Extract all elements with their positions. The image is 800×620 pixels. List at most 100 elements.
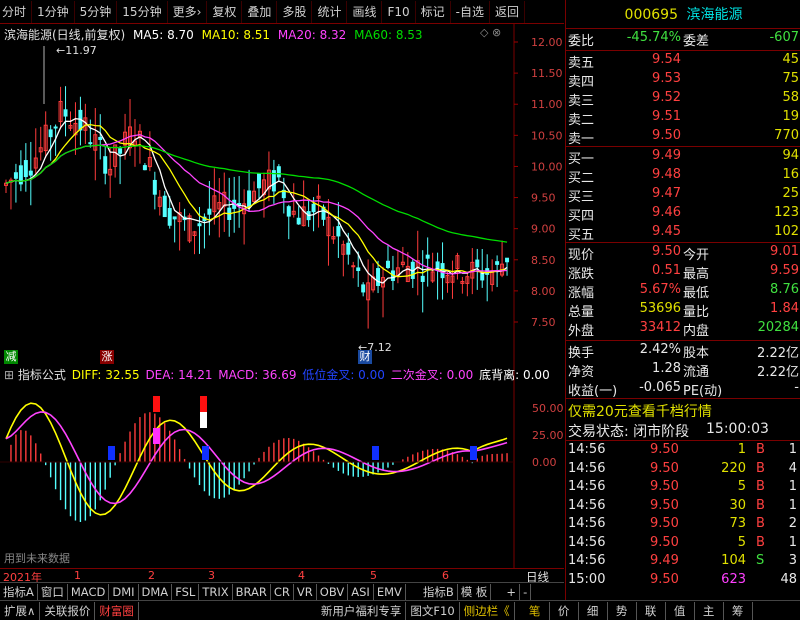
bottom-item-3[interactable]: 新用户福利专享	[317, 601, 407, 620]
tag-zhang[interactable]: 涨	[100, 350, 114, 364]
indicator-tab-0[interactable]: 指标A	[0, 583, 38, 600]
bid-price: 9.47	[652, 186, 681, 201]
ma20-legend: MA20: 8.32	[277, 28, 347, 42]
tick-side: B	[756, 442, 765, 457]
price-axis-label: 12.00	[531, 36, 563, 49]
indicator-tab-8[interactable]: CR	[271, 583, 294, 600]
tick-volume: 30	[729, 497, 746, 513]
ask-label: 卖一	[568, 132, 595, 147]
low-cross-block	[372, 446, 379, 460]
indicator-tab-7[interactable]: BRAR	[233, 583, 271, 600]
tag-cai[interactable]: 财	[358, 350, 372, 364]
macd-indicator-chart[interactable]: 50.00 25.00 0.00 ⊞ 指标公式 DIFF: 32.55 DEA: 1…	[0, 364, 564, 568]
axis-month-4: 4	[298, 569, 305, 582]
toolbar-item-4[interactable]: 更多›	[168, 0, 208, 23]
kline-svg[interactable]: 12.00 11.50 11.00 10.50 10.00 9.50 9.00 8.50 8.0…	[0, 24, 564, 364]
indicator-tab-16[interactable]: -	[520, 583, 532, 600]
candle-body	[88, 142, 93, 145]
toolbar-item-0[interactable]: 分时	[0, 0, 33, 23]
candle-body	[346, 242, 351, 255]
indicator-tab-2[interactable]: MACD	[68, 583, 110, 600]
bid-label: 买三	[568, 190, 595, 205]
toolbar-item-3[interactable]: 15分钟	[117, 0, 168, 23]
indicator-tab-13[interactable]: 指标B	[420, 583, 458, 600]
chart-options-icon[interactable]: ◇ ⊗	[480, 26, 501, 39]
indicator-tab-14[interactable]: 模 板	[458, 583, 492, 600]
bottom-divergence-legend: 底背离: 0.00	[479, 368, 550, 382]
bottom-item-9[interactable]: 势	[608, 601, 637, 620]
bottom-item-6[interactable]: 笔	[521, 601, 550, 620]
bottom-item-12[interactable]: 主	[695, 601, 724, 620]
candle-body	[197, 223, 202, 227]
indicator-tab-5[interactable]: FSL	[172, 583, 200, 600]
candle-body	[276, 166, 281, 178]
stat-label: 现价	[568, 248, 595, 263]
toolbar-item-12[interactable]: -自选	[451, 0, 490, 23]
toolbar-item-7[interactable]: 多股	[277, 0, 313, 23]
bid-volume: 123	[774, 205, 799, 220]
toolbar-item-2[interactable]: 5分钟	[75, 0, 118, 23]
toolbar-item-11[interactable]: 标记	[416, 0, 451, 23]
toolbar-item-1[interactable]: 1分钟	[32, 0, 75, 23]
toolbar-item-13[interactable]: 返回	[490, 0, 526, 23]
bottom-item-1[interactable]: 关联报价	[40, 601, 96, 620]
stat-value: 1.28	[652, 361, 681, 376]
indicator-tab-9[interactable]: VR	[294, 583, 317, 600]
toolbar-item-5[interactable]: 复权	[207, 0, 243, 23]
indicator-axis-label: 0.00	[532, 456, 557, 469]
stat-value: -	[794, 380, 799, 395]
tag-jian[interactable]: 减	[4, 350, 18, 364]
bottom-item-2[interactable]: 财富圈	[95, 601, 139, 620]
indicator-tab-1[interactable]: 窗口	[38, 583, 68, 600]
bottom-bar: 扩展∧ 关联报价 财富圈 新用户福利专享 图文F10 侧边栏《笔价细势联值主筹	[0, 600, 800, 620]
stat-value: 8.76	[770, 282, 799, 297]
tick-time: 14:56	[568, 516, 606, 531]
indicator-tab-3[interactable]: DMI	[109, 583, 139, 600]
indicator-tab-4[interactable]: DMA	[139, 583, 173, 600]
indicator-tab-6[interactable]: TRIX	[199, 583, 233, 600]
ma60-legend: MA60: 8.53	[354, 28, 423, 42]
price-axis-label: 8.00	[531, 285, 556, 298]
axis-month-1: 1	[74, 569, 81, 582]
price-axis-label: 11.50	[531, 67, 563, 80]
ma20-line	[5, 133, 508, 275]
bottom-item-8[interactable]: 细	[579, 601, 608, 620]
toolbar-item-9[interactable]: 画线	[347, 0, 383, 23]
bottom-item-4[interactable]: 图文F10	[406, 601, 460, 620]
indicator-tab-15[interactable]: +	[503, 583, 521, 600]
bottom-item-0[interactable]: 扩展∧	[0, 601, 41, 620]
level2-promo-link[interactable]: 仅需20元查看千档行情	[568, 401, 712, 421]
ask-volume: 19	[782, 109, 799, 124]
indicator-name[interactable]: 指标公式	[18, 368, 66, 382]
ask-volume: 45	[782, 52, 799, 67]
stat-label: 涨跌	[568, 267, 595, 282]
bottom-item-11[interactable]: 值	[666, 601, 695, 620]
dea-line	[5, 411, 508, 505]
toolbar-item-6[interactable]: 叠加	[242, 0, 278, 23]
bottom-item-5[interactable]: 侧边栏《	[460, 601, 515, 620]
stat-label: 股本	[683, 346, 710, 361]
high-marker: ←11.97	[56, 44, 97, 57]
toolbar-item-10[interactable]: F10	[382, 0, 416, 23]
ask-price: 9.51	[652, 109, 681, 124]
indicator-toggle-icon[interactable]: ⊞	[4, 368, 14, 382]
candle-body	[475, 259, 480, 268]
kline-chart[interactable]: 12.00 11.50 11.00 10.50 10.00 9.50 9.00 8.50 8.0…	[0, 24, 564, 364]
tick-side: B	[756, 497, 765, 513]
candle-body	[152, 179, 157, 195]
indicator-tab-11[interactable]: ASI	[348, 583, 374, 600]
ma10-legend: MA10: 8.51	[201, 28, 271, 42]
bottom-item-13[interactable]: 筹	[724, 601, 753, 620]
indicator-tab-10[interactable]: OBV	[317, 583, 349, 600]
axis-month-2: 2	[148, 569, 155, 582]
bid-label: 买四	[568, 209, 595, 224]
indicator-svg[interactable]: 50.00 25.00 0.00	[0, 364, 564, 568]
bottom-item-10[interactable]: 联	[637, 601, 666, 620]
toolbar-item-8[interactable]: 统计	[312, 0, 348, 23]
stat-value: 2.22亿	[757, 346, 799, 361]
bottom-item-7[interactable]: 价	[550, 601, 579, 620]
stat-value: 1.84	[770, 301, 799, 316]
indicator-tab-12[interactable]: EMV	[374, 583, 406, 600]
stat-label: 外盘	[568, 324, 595, 339]
bid-volume: 25	[782, 186, 799, 201]
